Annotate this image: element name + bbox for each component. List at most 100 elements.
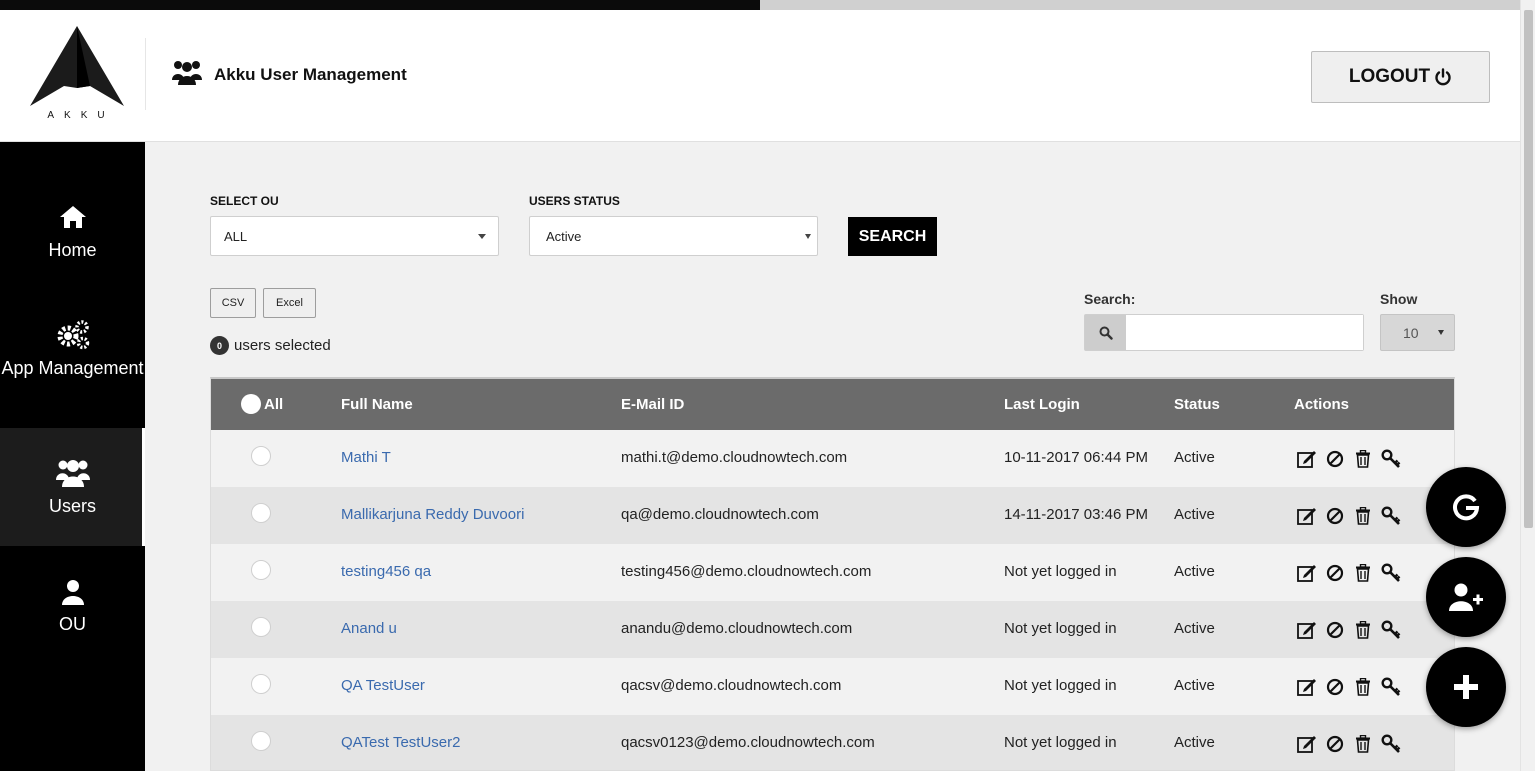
row-select-radio[interactable] <box>251 731 271 751</box>
trash-icon[interactable] <box>1353 677 1373 697</box>
user-email: testing456@demo.cloudnowtech.com <box>621 563 872 580</box>
logout-label: LOGOUT <box>1348 66 1431 87</box>
csv-button[interactable]: CSV <box>210 288 256 318</box>
trash-icon[interactable] <box>1353 449 1373 469</box>
column-header-full-name[interactable]: Full Name <box>341 396 413 413</box>
trash-icon[interactable] <box>1353 620 1373 640</box>
key-icon[interactable] <box>1381 620 1401 640</box>
sidebar-item-users[interactable]: Users <box>0 428 145 546</box>
sidebar-item-ou[interactable]: OU <box>0 546 145 664</box>
table-row: QA TestUser qacsv@demo.cloudnowtech.com No… <box>211 658 1454 715</box>
user-last-login: 10-11-2017 06:44 PM <box>1004 449 1148 466</box>
key-icon[interactable] <box>1381 506 1401 526</box>
user-name-link[interactable]: Mallikarjuna Reddy Duvoori <box>341 506 524 523</box>
user-email: mathi.t@demo.cloudnowtech.com <box>621 449 848 466</box>
add-user-button[interactable] <box>1426 557 1506 637</box>
users-status-value: Active <box>546 228 582 244</box>
user-last-login: Not yet logged in <box>1004 620 1117 637</box>
row-select-radio[interactable] <box>251 446 271 466</box>
user-name-link[interactable]: QATest TestUser2 <box>341 734 461 751</box>
app-title: Akku User Management <box>214 65 407 84</box>
trash-icon[interactable] <box>1353 734 1373 754</box>
trash-icon[interactable] <box>1353 506 1373 526</box>
row-actions <box>1297 449 1401 469</box>
column-header-email[interactable]: E-Mail ID <box>621 396 684 413</box>
select-all[interactable]: All <box>241 394 283 414</box>
selection-count-badge: 0 <box>210 336 229 355</box>
row-actions <box>1297 734 1401 754</box>
user-email: qacsv@demo.cloudnowtech.com <box>621 677 842 694</box>
edit-icon[interactable] <box>1297 506 1317 526</box>
add-button[interactable] <box>1426 647 1506 727</box>
sidebar-item-label: Users <box>48 496 96 516</box>
row-select-radio[interactable] <box>251 617 271 637</box>
disable-icon[interactable] <box>1325 677 1345 697</box>
select-ou-dropdown[interactable]: ALL <box>210 216 499 256</box>
sidebar-item-app-management[interactable]: App Management <box>0 310 145 428</box>
user-name-link[interactable]: QA TestUser <box>341 677 425 694</box>
selection-count-text: users selected <box>234 337 331 354</box>
key-icon[interactable] <box>1381 449 1401 469</box>
edit-icon[interactable] <box>1297 734 1317 754</box>
disable-icon[interactable] <box>1325 620 1345 640</box>
header-divider <box>145 38 146 110</box>
table-search-group <box>1084 314 1364 351</box>
edit-icon[interactable] <box>1297 677 1317 697</box>
search-button[interactable]: SEARCH <box>848 217 937 256</box>
user-last-login: Not yet logged in <box>1004 677 1117 694</box>
edit-icon[interactable] <box>1297 449 1317 469</box>
column-header-status[interactable]: Status <box>1174 396 1220 413</box>
edit-icon[interactable] <box>1297 563 1317 583</box>
user-status: Active <box>1174 734 1215 751</box>
user-icon <box>0 579 145 605</box>
users-group-icon <box>172 58 202 86</box>
sidebar-item-label: App Management <box>1 358 144 378</box>
key-icon[interactable] <box>1381 563 1401 583</box>
user-name-link[interactable]: Anand u <box>341 620 397 637</box>
row-actions <box>1297 620 1401 640</box>
page-size-select[interactable]: 10 <box>1380 314 1455 351</box>
sidebar-item-home[interactable]: Home <box>0 142 145 260</box>
disable-icon[interactable] <box>1325 506 1345 526</box>
user-email: qa@demo.cloudnowtech.com <box>621 506 819 523</box>
home-icon <box>0 205 145 229</box>
column-header-last-login[interactable]: Last Login <box>1004 396 1080 413</box>
page-scrollbar[interactable] <box>1520 0 1535 771</box>
google-sync-button[interactable] <box>1426 467 1506 547</box>
chevron-down-icon <box>1438 330 1444 335</box>
edit-icon[interactable] <box>1297 620 1317 640</box>
google-icon <box>1453 494 1480 521</box>
disable-icon[interactable] <box>1325 449 1345 469</box>
select-ou-label: SELECT OU <box>210 194 279 208</box>
key-icon[interactable] <box>1381 734 1401 754</box>
disable-icon[interactable] <box>1325 734 1345 754</box>
selection-count: 0 users selected <box>210 336 331 355</box>
table-search-label: Search: <box>1084 291 1136 307</box>
select-ou-value: ALL <box>224 228 248 244</box>
search-icon <box>1085 315 1126 350</box>
page-scrollbar-thumb[interactable] <box>1524 10 1533 528</box>
user-email: anandu@demo.cloudnowtech.com <box>621 620 853 637</box>
user-name-link[interactable]: Mathi T <box>341 449 391 466</box>
key-icon[interactable] <box>1381 677 1401 697</box>
user-name-link[interactable]: testing456 qa <box>341 563 431 580</box>
table-row: Anand u anandu@demo.cloudnowtech.com Not y… <box>211 601 1454 658</box>
page-size-value: 10 <box>1403 324 1419 341</box>
logout-button[interactable]: LOGOUT <box>1311 51 1490 103</box>
users-table: All Full Name E-Mail ID Last Login Statu… <box>210 377 1455 771</box>
row-select-radio[interactable] <box>251 503 271 523</box>
table-header: All Full Name E-Mail ID Last Login Statu… <box>211 379 1454 430</box>
excel-button[interactable]: Excel <box>263 288 316 318</box>
add-user-icon <box>1449 583 1483 611</box>
row-select-radio[interactable] <box>251 560 271 580</box>
row-select-radio[interactable] <box>251 674 271 694</box>
disable-icon[interactable] <box>1325 563 1345 583</box>
table-search-input[interactable] <box>1126 315 1363 350</box>
users-status-dropdown[interactable]: Active <box>529 216 818 256</box>
user-status: Active <box>1174 506 1215 523</box>
header: AKKU Akku User Management LOGOUT <box>0 10 1520 142</box>
row-actions <box>1297 677 1401 697</box>
trash-icon[interactable] <box>1353 563 1373 583</box>
gears-icon <box>0 320 145 350</box>
select-all-radio[interactable] <box>241 394 261 414</box>
